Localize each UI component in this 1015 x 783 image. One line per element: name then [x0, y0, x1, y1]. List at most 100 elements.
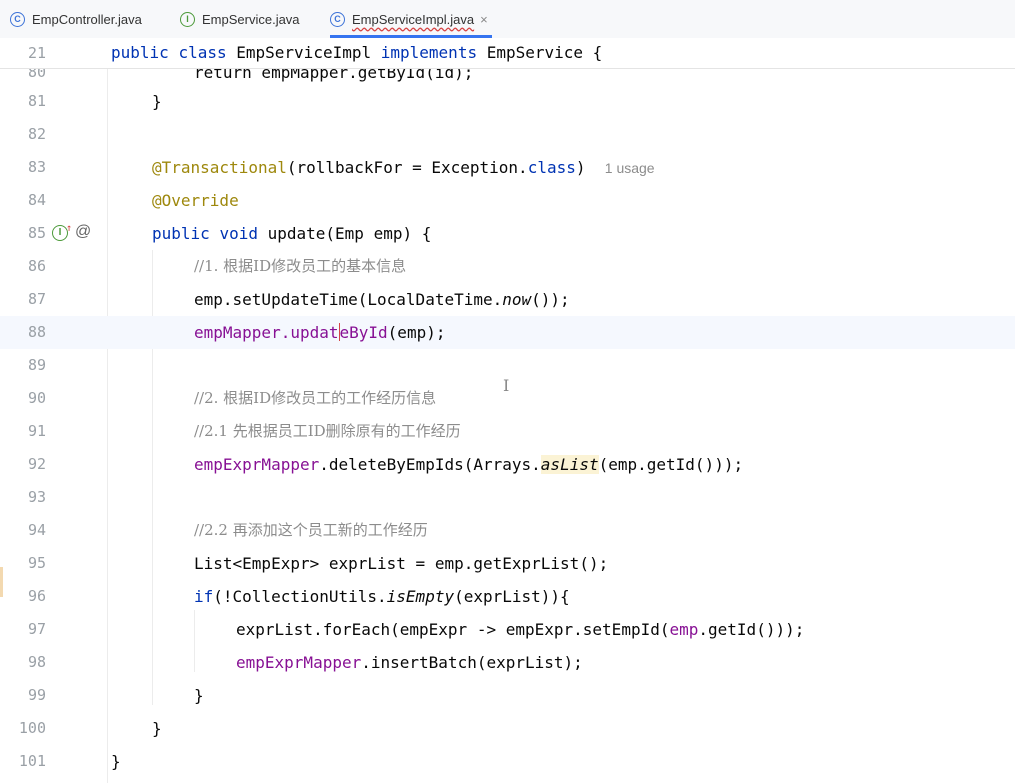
- arrow-up-icon: ↑: [66, 223, 73, 234]
- code-line-99: 99 }: [0, 679, 1015, 712]
- tab-label: EmpService.java: [202, 11, 300, 27]
- comment: //2. 根据ID修改员工的工作经历信息: [194, 389, 437, 407]
- code-line-82: 82: [0, 118, 1015, 151]
- line-number: 96: [27, 587, 46, 605]
- field: empExprMapper: [194, 455, 320, 474]
- code-token: emp.setUpdateTime(LocalDateTime.: [194, 290, 503, 309]
- line-number: 87: [27, 290, 46, 308]
- field: empExprMapper: [236, 653, 362, 672]
- line-number: 88: [27, 323, 46, 341]
- keyword: public: [152, 224, 210, 243]
- code-text: }: [152, 92, 162, 111]
- code-text: }: [111, 752, 121, 771]
- method-name: eById: [339, 323, 388, 342]
- code-line-97: 97 exprList.forEach(empExpr -> empExpr.s…: [0, 613, 1015, 646]
- code-token: (emp.getId()));: [598, 455, 744, 474]
- line-number: 82: [27, 125, 46, 143]
- line-number: 21: [27, 44, 46, 62]
- code-line-96: 96 if(!CollectionUtils.isEmpty(exprList)…: [0, 580, 1015, 613]
- code-token: exprList.forEach(empExpr -> empExpr.setE…: [236, 620, 670, 639]
- comment: //1. 根据ID修改员工的基本信息: [194, 257, 407, 275]
- tab-empcontroller[interactable]: C EmpController.java: [10, 0, 142, 38]
- interface-icon: I: [180, 11, 195, 27]
- code-line-81: 81 }: [0, 85, 1015, 118]
- field: emp: [669, 620, 699, 639]
- static-method: isEmpty: [386, 587, 455, 606]
- code-token: .deleteByEmpIds(Arrays.: [319, 455, 541, 474]
- keyword: if: [194, 587, 214, 606]
- code-line-101: 101 }: [0, 745, 1015, 778]
- code-line-88: 88 empMapper.updateById(emp);: [0, 316, 1015, 349]
- line-number: 84: [27, 191, 46, 209]
- keyword: class: [527, 158, 576, 177]
- code-line-91: 91 //2.1 先根据员工ID删除原有的工作经历: [0, 415, 1015, 448]
- code-token: (exprList)){: [454, 587, 570, 606]
- line-number: 95: [27, 554, 46, 572]
- keyword: void: [219, 224, 258, 243]
- annotation: @Transactional: [152, 158, 287, 177]
- class-icon: C: [10, 11, 25, 27]
- code-text: if(!CollectionUtils.isEmpty(exprList)){: [194, 580, 570, 613]
- line-number: 89: [27, 356, 46, 374]
- line-number: 99: [27, 686, 46, 704]
- code-token: ): [575, 158, 586, 177]
- keyword: class: [178, 43, 227, 62]
- line-number: 83: [27, 158, 46, 176]
- field: empMapper: [194, 323, 281, 342]
- override-at-icon[interactable]: @: [75, 224, 91, 240]
- line-number: 86: [27, 257, 46, 275]
- close-icon[interactable]: ×: [480, 12, 488, 27]
- code-text: @Override: [152, 184, 239, 217]
- code-line-87: 87 emp.setUpdateTime(LocalDateTime.now()…: [0, 283, 1015, 316]
- code-text: public void update(Emp emp) {: [152, 217, 431, 250]
- code-line-95: 95 List<EmpExpr> exprList = emp.getExprL…: [0, 547, 1015, 580]
- interface-name: EmpService {: [486, 43, 603, 62]
- line-number: 94: [27, 521, 46, 539]
- line-number: 85: [27, 224, 46, 242]
- line-number: 100: [18, 719, 46, 737]
- class-icon: C: [330, 11, 345, 27]
- code-text: exprList.forEach(empExpr -> empExpr.setE…: [236, 613, 804, 646]
- tab-empservice[interactable]: I EmpService.java: [180, 0, 300, 38]
- code-line-94: 94 //2.2 再添加这个员工新的工作经历: [0, 514, 1015, 547]
- code-text: empMapper.updateById(emp);: [194, 316, 445, 349]
- line-number: 92: [27, 455, 46, 473]
- code-line-84: 84 @Override: [0, 184, 1015, 217]
- comment: //2.2 再添加这个员工新的工作经历: [194, 521, 428, 539]
- code-line: public class EmpServiceImpl implements E…: [111, 36, 602, 69]
- usage-hint[interactable]: 1 usage: [605, 160, 655, 176]
- code-line-98: 98 empExprMapper.insertBatch(exprList);: [0, 646, 1015, 679]
- editor-tab-bar: C EmpController.java I EmpService.java C…: [0, 0, 1015, 39]
- code-text: emp.setUpdateTime(LocalDateTime.now());: [194, 283, 570, 316]
- code-line-86: 86 //1. 根据ID修改员工的基本信息: [0, 250, 1015, 283]
- tab-empserviceimpl[interactable]: C EmpServiceImpl.java ×: [330, 0, 492, 38]
- code-token: (!CollectionUtils.: [213, 587, 387, 606]
- code-text: }: [194, 686, 204, 705]
- line-number: 91: [27, 422, 46, 440]
- static-method: asList: [540, 455, 599, 474]
- code-text: empExprMapper.insertBatch(exprList);: [236, 646, 583, 679]
- method-name: .updat: [280, 323, 339, 342]
- code-text: }: [152, 719, 162, 738]
- code-token: .insertBatch(exprList);: [361, 653, 583, 672]
- code-token: update(Emp emp) {: [267, 224, 432, 243]
- code-line-92: 92 empExprMapper.deleteByEmpIds(Arrays.a…: [0, 448, 1015, 481]
- mouse-text-cursor-icon: I: [503, 376, 510, 395]
- code-line-93: 93: [0, 481, 1015, 514]
- line-number: 93: [27, 488, 46, 506]
- code-line-85: 85 I ↑ @ public void update(Emp emp) {: [0, 217, 1015, 250]
- code-text: empExprMapper.deleteByEmpIds(Arrays.asLi…: [194, 448, 743, 481]
- class-name: EmpServiceImpl: [236, 43, 372, 62]
- code-text: List<EmpExpr> exprList = emp.getExprList…: [194, 554, 609, 573]
- line-number: 90: [27, 389, 46, 407]
- code-line-100: 100 }: [0, 712, 1015, 745]
- keyword: public: [111, 43, 169, 62]
- line-number: 97: [27, 620, 46, 638]
- line-number: 98: [27, 653, 46, 671]
- code-text: @Transactional(rollbackFor = Exception.c…: [152, 151, 655, 185]
- annotation: @Override: [152, 191, 239, 210]
- code-line-83: 83 @Transactional(rollbackFor = Exceptio…: [0, 151, 1015, 184]
- line-number: 81: [27, 92, 46, 110]
- line-number: 101: [18, 752, 46, 770]
- code-token: (rollbackFor = Exception.: [286, 158, 528, 177]
